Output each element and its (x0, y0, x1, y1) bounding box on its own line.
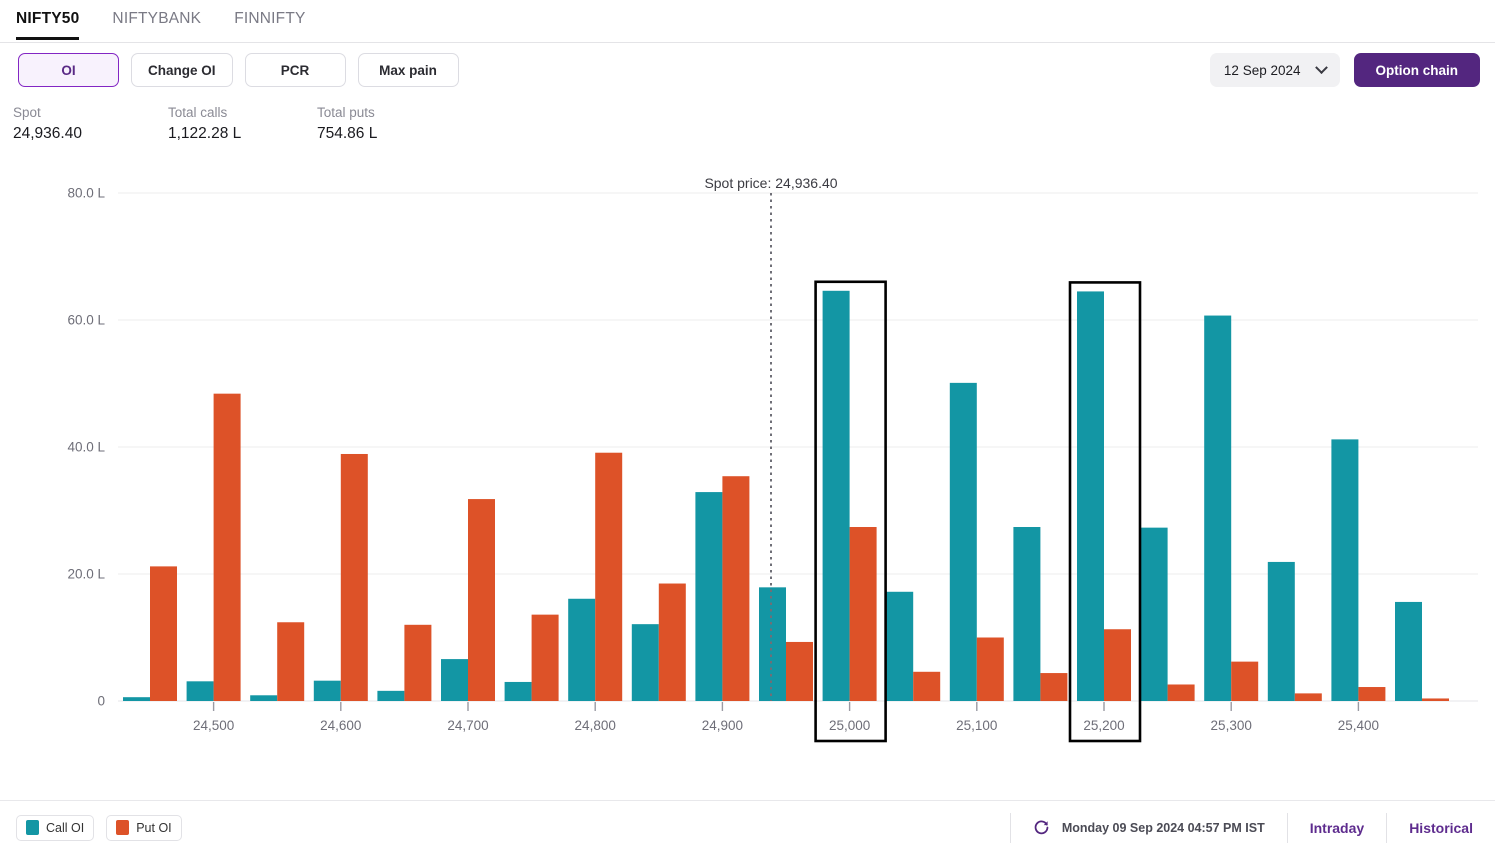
chevron-down-icon (1314, 60, 1328, 74)
x-axis-tick-label: 25,200 (1083, 718, 1124, 733)
bar-call-24900[interactable] (695, 492, 723, 701)
bar-put-24550[interactable] (277, 622, 305, 701)
bar-put-24850[interactable] (658, 583, 686, 701)
bar-put-25150[interactable] (1040, 673, 1068, 701)
bar-put-24600[interactable] (340, 453, 368, 701)
metric-button-change-oi[interactable]: Change OI (131, 53, 233, 87)
refresh-icon[interactable] (1033, 819, 1050, 836)
stat-spot: Spot 24,936.40 (13, 104, 146, 145)
legend-swatch (26, 820, 39, 835)
x-axis-tick-label: 24,900 (702, 718, 743, 733)
bar-put-25200[interactable] (1104, 629, 1131, 701)
expiry-date-value: 12 Sep 2024 (1223, 62, 1301, 78)
last-updated-text: Monday 09 Sep 2024 04:57 PM IST (1061, 820, 1265, 835)
bar-put-24950[interactable] (786, 641, 813, 701)
legend-item-call-oi[interactable]: Call OI (16, 814, 95, 841)
legend-item-put-oi[interactable]: Put OI (106, 814, 182, 841)
tab-nifty50[interactable]: NIFTY50 (16, 0, 79, 40)
x-axis-tick-label: 25,400 (1338, 718, 1379, 733)
chart-footer: Call OI Put OI Monday 09 Sep 2024 04:57 P… (0, 800, 1495, 854)
chart-legend: Call OI Put OI (16, 814, 182, 841)
x-axis-tick-label: 24,600 (320, 718, 361, 733)
index-tabs: NIFTY50 NIFTYBANK FINNIFTY (0, 0, 1495, 43)
bar-put-24650[interactable] (404, 624, 432, 701)
open-interest-chart: 0 20.0 L 40.0 L 60.0 L 80.0 L 24,500 24,600 24,… (67, 175, 1478, 743)
bar-put-25450[interactable] (1422, 698, 1449, 701)
tab-niftybank[interactable]: NIFTYBANK (112, 0, 201, 40)
option-chain-button[interactable]: Option chain (1353, 53, 1480, 87)
metric-button-pcr[interactable]: PCR (244, 53, 346, 87)
bar-call-24700[interactable] (441, 659, 468, 701)
bar-call-25000[interactable] (822, 290, 850, 701)
intraday-link[interactable]: Intraday (1288, 820, 1386, 836)
legend-label: Put OI (136, 820, 172, 835)
bar-call-24550[interactable] (250, 695, 278, 701)
bar-put-24450[interactable] (150, 566, 177, 701)
bar-put-25050[interactable] (913, 671, 941, 701)
stat-label: Total calls (168, 105, 228, 120)
bar-call-24450[interactable] (123, 697, 150, 701)
bar-put-25250[interactable] (1167, 684, 1195, 701)
option-chain-page: NIFTY50 NIFTYBANK FINNIFTY OI Change OI PCR M… (0, 0, 1495, 854)
bar-put-24800[interactable] (595, 452, 623, 701)
bar-call-25300[interactable] (1204, 315, 1232, 701)
bar-call-24800[interactable] (568, 598, 596, 701)
metric-toolbar: OI Change OI PCR Max pain (18, 53, 459, 87)
x-axis-tick-label: 24,800 (575, 718, 616, 733)
bar-put-25100[interactable] (976, 637, 1004, 702)
bar-call-24500[interactable] (186, 681, 214, 701)
stat-total-calls: Total calls 1,122.28 L (168, 104, 295, 145)
bar-put-25300[interactable] (1231, 661, 1259, 701)
bar-put-24500[interactable] (213, 393, 241, 701)
bar-call-25050[interactable] (886, 591, 914, 701)
bar-put-25000[interactable] (849, 527, 877, 701)
stat-value: 754.86 L (317, 125, 378, 142)
y-axis-tick-label: 40.0 L (67, 440, 105, 455)
legend-swatch (116, 820, 130, 835)
bar-put-25350[interactable] (1294, 693, 1322, 701)
stat-value: 24,936.40 (13, 125, 82, 142)
x-axis-tick-label: 24,500 (193, 718, 234, 733)
bar-call-25150[interactable] (1013, 527, 1041, 701)
y-axis-tick-label: 60.0 L (67, 313, 105, 328)
legend-label: Call OI (46, 820, 85, 835)
stat-value: 1,122.28 L (168, 125, 242, 142)
metric-button-max-pain[interactable]: Max pain (357, 53, 459, 87)
summary-stats: Spot 24,936.40 Total calls 1,122.28 L Total … (13, 104, 479, 145)
bar-call-25350[interactable] (1267, 561, 1295, 701)
bar-put-24750[interactable] (531, 614, 559, 701)
x-axis-tick-label: 24,700 (447, 718, 488, 733)
x-axis-tick-label: 25,000 (829, 718, 870, 733)
y-axis-tick-label: 0 (97, 694, 105, 709)
toolbar-right-controls: 12 Sep 2024 Option chain (1209, 53, 1480, 87)
bar-call-24750[interactable] (504, 681, 532, 701)
bar-call-24950[interactable] (759, 587, 786, 701)
bar-call-25400[interactable] (1331, 439, 1359, 701)
bar-call-25200[interactable] (1077, 291, 1104, 701)
historical-link[interactable]: Historical (1387, 820, 1495, 836)
x-axis-tick-label: 25,100 (956, 718, 997, 733)
y-axis-tick-label: 20.0 L (67, 567, 105, 582)
bar-call-24600[interactable] (313, 680, 341, 701)
bar-call-25250[interactable] (1140, 527, 1168, 701)
y-axis-tick-label: 80.0 L (67, 186, 105, 201)
stat-total-puts: Total puts 754.86 L (317, 104, 457, 145)
expiry-date-select[interactable]: 12 Sep 2024 (1209, 53, 1340, 87)
bar-call-25450[interactable] (1395, 601, 1422, 701)
metric-button-oi[interactable]: OI (18, 53, 119, 87)
stat-label: Spot (13, 105, 41, 120)
last-updated: Monday 09 Sep 2024 04:57 PM IST (1011, 819, 1287, 836)
spot-price-label: Spot price: 24,936.40 (704, 175, 837, 191)
bar-put-25400[interactable] (1358, 687, 1386, 701)
bar-call-24650[interactable] (377, 690, 405, 701)
stat-label: Total puts (317, 105, 375, 120)
footer-right: Monday 09 Sep 2024 04:57 PM IST Intraday… (1009, 812, 1495, 843)
tab-finnifty[interactable]: FINNIFTY (234, 0, 305, 40)
bar-call-24850[interactable] (631, 624, 659, 701)
bar-call-25100[interactable] (949, 382, 977, 701)
bar-put-24900[interactable] (722, 476, 750, 701)
bar-put-24700[interactable] (468, 499, 495, 701)
x-axis-tick-label: 25,300 (1211, 718, 1252, 733)
